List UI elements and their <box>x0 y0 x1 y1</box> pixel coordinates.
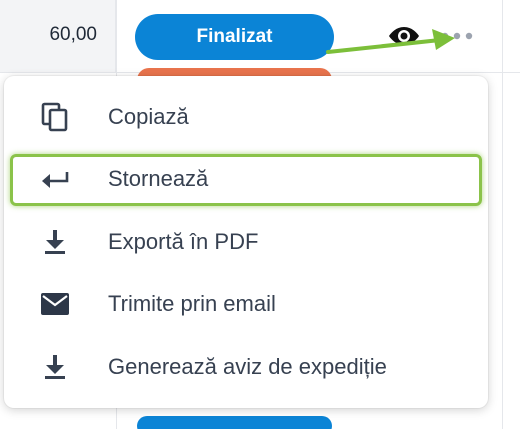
status-badge <box>137 416 332 429</box>
status-badge[interactable]: Finalizat <box>135 14 334 60</box>
amount-value: 60,00 <box>49 24 97 45</box>
download-icon <box>40 352 70 382</box>
menu-item-label: Exportă în PDF <box>108 229 259 254</box>
more-horizontal-icon[interactable] <box>440 31 474 41</box>
copy-icon <box>40 102 70 132</box>
eye-icon[interactable] <box>388 25 420 47</box>
menu-item-generate-delivery-note[interactable]: Generează aviz de expediție <box>4 336 488 398</box>
menu-item-label: Stornează <box>108 166 209 191</box>
menu-item-copy[interactable]: Copiază <box>4 86 488 148</box>
download-icon <box>40 227 70 257</box>
menu-item-label: Trimite prin email <box>108 291 276 316</box>
menu-item-storno[interactable]: Stornează <box>4 148 488 210</box>
menu-item-send-email[interactable]: Trimite prin email <box>4 273 488 335</box>
mail-icon <box>40 289 70 319</box>
column-divider <box>502 0 503 429</box>
context-menu: Copiază Stornează Exportă în PDF Trimite… <box>4 76 488 408</box>
menu-item-label: Generează aviz de expediție <box>108 354 387 379</box>
menu-item-export-pdf[interactable]: Exportă în PDF <box>4 211 488 273</box>
amount-cell: 60,00 <box>0 0 116 72</box>
menu-item-label: Copiază <box>108 104 189 129</box>
return-arrow-icon <box>40 164 70 194</box>
